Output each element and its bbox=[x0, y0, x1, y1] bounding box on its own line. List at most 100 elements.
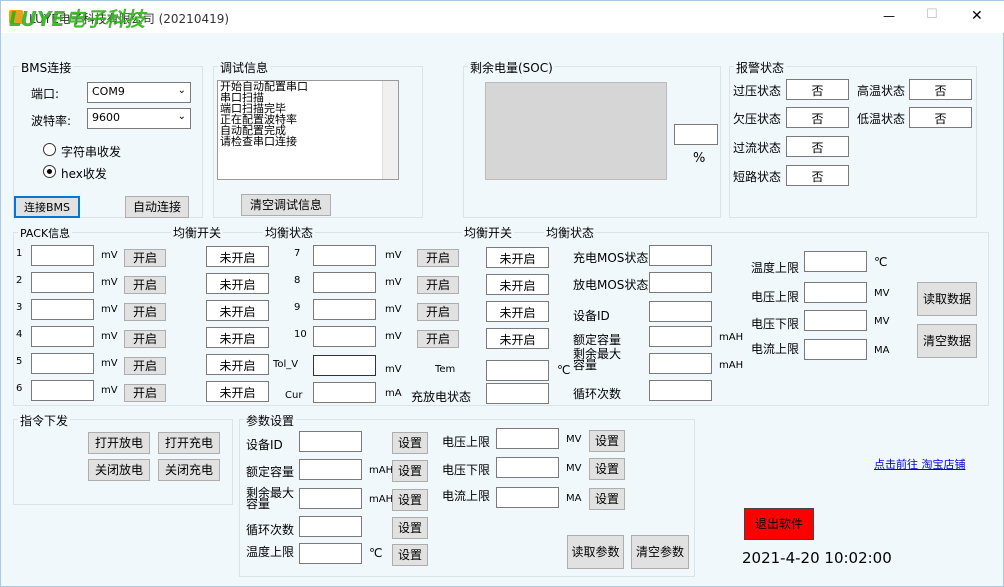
param-rated-input[interactable] bbox=[299, 459, 362, 480]
param-remain-input[interactable] bbox=[299, 488, 362, 509]
datetime-display: 2021-4-20 10:02:00 bbox=[742, 549, 892, 567]
exit-button[interactable]: 退出软件 bbox=[744, 508, 814, 540]
balance-on-button[interactable]: 开启 bbox=[417, 249, 459, 267]
overcurr-value: 否 bbox=[786, 136, 849, 157]
balance-state-header: 均衡状态 bbox=[263, 224, 316, 241]
balance-state-value: 未开启 bbox=[486, 274, 549, 295]
param-device-id-input[interactable] bbox=[299, 431, 362, 452]
undervolt-label: 欠压状态 bbox=[733, 112, 782, 126]
curr-upper-unit: MA bbox=[874, 345, 890, 356]
param-volt-lower-input[interactable] bbox=[496, 457, 559, 478]
charge-state-value bbox=[486, 383, 549, 404]
balance-on-button[interactable]: 开启 bbox=[124, 357, 166, 375]
debug-log[interactable]: 开始自动配置串口 串口扫描 端口扫描完毕 正在配置波特率 自动配置完成 请检查串… bbox=[217, 80, 399, 180]
close-charge-button[interactable]: 关闭充电 bbox=[158, 459, 220, 481]
cell-number: 6 bbox=[16, 383, 23, 394]
balance-state-value: 未开启 bbox=[206, 300, 269, 321]
open-charge-button[interactable]: 打开充电 bbox=[158, 432, 220, 454]
cell-voltage-unit: mV bbox=[101, 385, 118, 396]
auto-connect-button[interactable]: 自动连接 bbox=[125, 196, 189, 218]
param-cycles-input[interactable] bbox=[299, 516, 362, 537]
param-volt-lower-unit: MV bbox=[566, 463, 582, 474]
cell-number: 3 bbox=[16, 302, 23, 313]
param-curr-upper-input[interactable] bbox=[496, 487, 559, 508]
balance-on-button[interactable]: 开启 bbox=[417, 330, 459, 348]
cycles-label: 循环次数 bbox=[573, 387, 622, 401]
volt-upper-label: 电压上限 bbox=[751, 290, 800, 304]
clear-debug-button[interactable]: 清空调试信息 bbox=[241, 194, 331, 216]
cell-voltage bbox=[313, 245, 376, 266]
charge-mos-value bbox=[649, 245, 712, 266]
set-remain-button[interactable]: 设置 bbox=[392, 489, 428, 511]
balance-state-value: 未开启 bbox=[486, 301, 549, 322]
temp-upper-unit: ℃ bbox=[874, 255, 888, 269]
hex-mode-radio[interactable] bbox=[43, 165, 56, 178]
overvolt-value: 否 bbox=[786, 79, 849, 100]
string-mode-radio[interactable] bbox=[43, 143, 56, 156]
param-temp-upper-input[interactable] bbox=[299, 543, 362, 564]
tol-value bbox=[313, 355, 376, 376]
soc-unit: % bbox=[693, 151, 706, 166]
param-curr-upper-unit: MA bbox=[566, 493, 582, 504]
tol-label: Tol_V bbox=[273, 359, 299, 370]
param-rated-unit: mAH bbox=[369, 465, 394, 476]
curr-upper-label: 电流上限 bbox=[751, 342, 800, 356]
overcurr-label: 过流状态 bbox=[733, 141, 782, 155]
close-discharge-button[interactable]: 关闭放电 bbox=[88, 459, 150, 481]
balance-state-value: 未开启 bbox=[206, 354, 269, 375]
baud-select[interactable]: 9600 ⌄ bbox=[87, 108, 191, 129]
cell-voltage-unit: mV bbox=[101, 304, 118, 315]
rated-label: 额定容量 bbox=[573, 333, 622, 347]
balance-state-header: 均衡状态 bbox=[544, 224, 597, 241]
read-data-button[interactable]: 读取数据 bbox=[917, 282, 977, 316]
taobao-link[interactable]: 点击前往 淘宝店铺 bbox=[874, 456, 966, 472]
set-temp-upper-button[interactable]: 设置 bbox=[392, 544, 428, 566]
param-rated-label: 额定容量 bbox=[246, 465, 295, 479]
param-volt-upper-label: 电压上限 bbox=[442, 435, 491, 449]
set-volt-lower-button[interactable]: 设置 bbox=[589, 458, 625, 480]
cell-voltage-unit: mV bbox=[101, 331, 118, 342]
param-remain-unit: mAH bbox=[369, 494, 394, 505]
maximize-button[interactable]: ☐ bbox=[926, 7, 938, 22]
pack-group-label: PACK信息 bbox=[18, 225, 73, 241]
tem-value bbox=[486, 360, 549, 381]
balance-on-button[interactable]: 开启 bbox=[124, 384, 166, 402]
set-volt-upper-button[interactable]: 设置 bbox=[589, 430, 625, 452]
set-device-id-button[interactable]: 设置 bbox=[392, 432, 428, 454]
cell-number: 8 bbox=[294, 275, 301, 286]
minimize-button[interactable]: — bbox=[883, 9, 895, 23]
port-label: 端口: bbox=[31, 87, 60, 101]
soc-display bbox=[485, 82, 667, 180]
close-button[interactable]: ✕ bbox=[971, 8, 983, 24]
read-params-button[interactable]: 读取参数 bbox=[567, 535, 624, 569]
debug-scrollbar[interactable] bbox=[382, 81, 398, 179]
balance-on-button[interactable]: 开启 bbox=[417, 303, 459, 321]
volt-upper-unit: MV bbox=[874, 288, 890, 299]
set-curr-upper-button[interactable]: 设置 bbox=[589, 488, 625, 510]
tol-unit: mV bbox=[385, 364, 402, 375]
port-select[interactable]: COM9 ⌄ bbox=[87, 82, 191, 103]
set-cycles-button[interactable]: 设置 bbox=[392, 517, 428, 539]
balance-on-button[interactable]: 开启 bbox=[124, 303, 166, 321]
clear-data-button[interactable]: 清空数据 bbox=[917, 324, 977, 358]
cell-voltage-unit: mV bbox=[101, 358, 118, 369]
balance-on-button[interactable]: 开启 bbox=[417, 276, 459, 294]
baud-value: 9600 bbox=[92, 111, 120, 124]
volt-lower-value bbox=[804, 310, 867, 331]
connect-bms-button[interactable]: 连接BMS bbox=[14, 196, 80, 218]
param-volt-upper-input[interactable] bbox=[496, 428, 559, 449]
cur-unit: mA bbox=[385, 388, 402, 399]
baud-label: 波特率: bbox=[31, 114, 72, 128]
balance-on-button[interactable]: 开启 bbox=[124, 330, 166, 348]
clear-params-button[interactable]: 清空参数 bbox=[631, 535, 689, 569]
command-group-label: 指令下发 bbox=[18, 412, 71, 429]
cell-voltage bbox=[313, 272, 376, 293]
set-rated-button[interactable]: 设置 bbox=[392, 460, 428, 482]
open-discharge-button[interactable]: 打开放电 bbox=[88, 432, 150, 454]
balance-on-button[interactable]: 开启 bbox=[124, 276, 166, 294]
cell-number: 9 bbox=[294, 302, 301, 313]
balance-on-button[interactable]: 开启 bbox=[124, 249, 166, 267]
temp-upper-value bbox=[804, 251, 867, 272]
rated-value bbox=[649, 326, 712, 347]
volt-lower-label: 电压下限 bbox=[751, 317, 800, 331]
